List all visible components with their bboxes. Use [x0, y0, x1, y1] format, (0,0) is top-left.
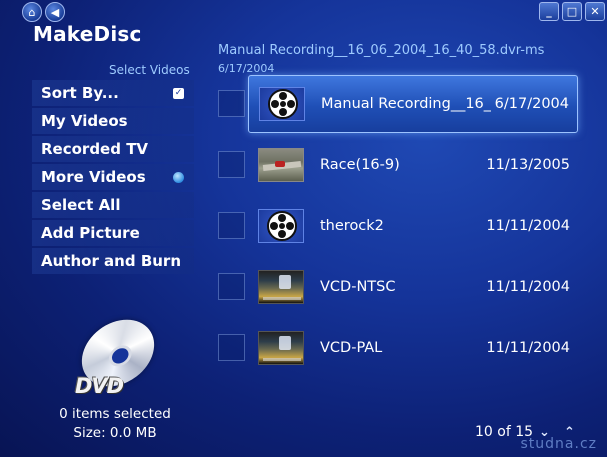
video-name: therock2 [320, 218, 384, 234]
video-item[interactable]: Race(16-9) 11/13/2005 [248, 136, 578, 194]
video-date: 6/17/2004 [494, 96, 569, 112]
close-button[interactable]: ✕ [585, 2, 605, 21]
video-name: VCD-NTSC [320, 279, 396, 295]
sort-by-button[interactable]: Sort By... ✓ [32, 80, 194, 106]
select-all-button[interactable]: Select All [32, 192, 194, 218]
video-row: Race(16-9) 11/13/2005 [216, 136, 582, 194]
back-arrow-icon[interactable]: ◀ [45, 2, 65, 22]
home-icon[interactable]: ⌂ [22, 2, 42, 22]
watermark: studna.cz [520, 436, 597, 452]
menu-item-label: My Videos [41, 112, 128, 130]
my-videos-button[interactable]: My Videos [32, 108, 194, 134]
video-checkbox[interactable] [218, 334, 245, 361]
recorded-tv-button[interactable]: Recorded TV [32, 136, 194, 162]
menu-item-label: Author and Burn [41, 252, 182, 270]
menu-item-label: More Videos [41, 168, 146, 186]
video-item[interactable]: Manual Recording__16_06_2004_16_40_58 6/… [248, 75, 578, 133]
menu-item-label: Recorded TV [41, 140, 149, 158]
video-checkbox[interactable] [218, 273, 245, 300]
video-item[interactable]: VCD-PAL 11/11/2004 [248, 319, 578, 377]
add-picture-button[interactable]: Add Picture [32, 220, 194, 246]
video-date: 11/11/2004 [486, 340, 570, 356]
items-selected-text: 0 items selected [59, 406, 171, 422]
video-date: 11/11/2004 [486, 279, 570, 295]
author-and-burn-button[interactable]: Author and Burn [32, 248, 194, 274]
film-reel-icon [259, 87, 305, 121]
video-row: VCD-NTSC 11/11/2004 [216, 258, 582, 316]
sidebar-menu: Sort By... ✓ My Videos Recorded TV More … [32, 80, 194, 276]
selected-video-title: Manual Recording__16_06_2004_16_40_58.dv… [218, 43, 545, 58]
video-thumbnail [258, 331, 304, 365]
checkbox-icon: ✓ [173, 87, 184, 99]
section-label: Select Videos [109, 63, 190, 77]
video-date: 11/11/2004 [486, 218, 570, 234]
video-row: therock2 11/11/2004 [216, 197, 582, 255]
video-name: VCD-PAL [320, 340, 383, 356]
dvd-label: DVD [75, 374, 124, 398]
video-row: VCD-PAL 11/11/2004 [216, 319, 582, 377]
more-videos-button[interactable]: More Videos [32, 164, 194, 190]
video-list: Manual Recording__16_06_2004_16_40_58 6/… [216, 75, 582, 380]
video-item[interactable]: therock2 11/11/2004 [248, 197, 578, 255]
video-row: Manual Recording__16_06_2004_16_40_58 6/… [216, 75, 582, 133]
video-checkbox[interactable] [218, 90, 245, 117]
video-name: Manual Recording__16_06_2004_16_40_58 [321, 96, 491, 112]
menu-item-label: Select All [41, 196, 121, 214]
app-title: MakeDisc [33, 22, 142, 46]
menu-item-label: Sort By... [41, 84, 119, 102]
film-reel-icon [258, 209, 304, 243]
menu-item-label: Add Picture [41, 224, 140, 242]
video-date: 11/13/2005 [486, 157, 570, 173]
video-item[interactable]: VCD-NTSC 11/11/2004 [248, 258, 578, 316]
maximize-button[interactable]: □ [562, 2, 582, 21]
dvd-disc-icon: DVD [74, 318, 162, 403]
video-checkbox[interactable] [218, 151, 245, 178]
video-name: Race(16-9) [320, 157, 400, 173]
selection-summary: 0 items selected Size: 0.0 MB [40, 405, 190, 443]
minimize-button[interactable]: _ [539, 2, 559, 21]
selected-dot-icon [173, 171, 184, 183]
video-thumbnail [258, 148, 304, 182]
video-checkbox[interactable] [218, 212, 245, 239]
size-text: Size: 0.0 MB [73, 425, 157, 441]
video-thumbnail [258, 270, 304, 304]
selected-video-date: 6/17/2004 [218, 62, 275, 75]
